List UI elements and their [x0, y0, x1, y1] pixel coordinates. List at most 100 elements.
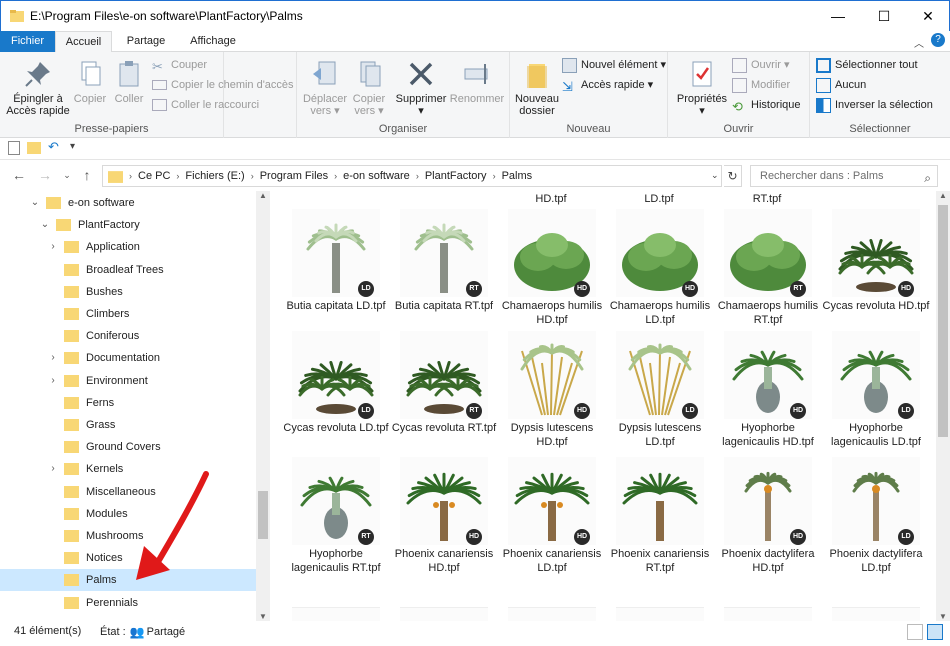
- tab-affichage[interactable]: Affichage: [180, 31, 246, 52]
- undo-icon[interactable]: ↶: [48, 139, 59, 155]
- new-item-button[interactable]: Nouvel élément ▾: [562, 56, 666, 74]
- crumb-plantfactory[interactable]: PlantFactory: [425, 170, 487, 182]
- crumb-program-files[interactable]: Program Files: [260, 170, 328, 182]
- copy-path-button[interactable]: Copier le chemin d'accès: [152, 76, 294, 94]
- cut-button[interactable]: ✂ Couper: [152, 56, 207, 74]
- scroll-thumb[interactable]: [938, 205, 948, 437]
- file-tile[interactable]: LD Phoenix dactylifera LD.tpf: [822, 457, 930, 593]
- scroll-down-icon[interactable]: ▼: [256, 612, 270, 621]
- file-tile[interactable]: HD Hyophorbe lagenicaulis HD.tpf: [714, 331, 822, 467]
- file-tile[interactable]: Phoenix canariensis RT.tpf: [606, 457, 714, 593]
- tree-item[interactable]: Ferns: [0, 392, 256, 414]
- copy-to-button[interactable]: Copier vers ▾: [349, 58, 389, 117]
- tab-accueil[interactable]: Accueil: [55, 31, 112, 53]
- up-arrow-icon[interactable]: ↑: [78, 167, 96, 183]
- crumb-palms[interactable]: Palms: [502, 170, 533, 182]
- search-input[interactable]: Rechercher dans : Palms ⌕: [750, 165, 938, 187]
- chevron-down-icon[interactable]: ⌄: [30, 192, 40, 214]
- plant-thumbnail[interactable]: [508, 607, 596, 621]
- scroll-down-icon[interactable]: ▼: [936, 612, 950, 621]
- tree-item[interactable]: Ground Covers: [0, 436, 256, 458]
- scroll-up-icon[interactable]: ▲: [936, 191, 950, 200]
- file-tile[interactable]: RT Hyophorbe lagenicaulis RT.tpf: [282, 457, 390, 593]
- maximize-button[interactable]: ☐: [861, 1, 907, 31]
- scroll-up-icon[interactable]: ▲: [256, 191, 270, 200]
- crumb-e-on-software[interactable]: e-on software: [343, 170, 410, 182]
- chevron-right-icon[interactable]: ›: [176, 171, 179, 181]
- file-tile[interactable]: LD Dypsis lutescens LD.tpf: [606, 331, 714, 467]
- file-tile[interactable]: HD Phoenix canariensis LD.tpf: [498, 457, 606, 593]
- file-tile[interactable]: HD Dypsis lutescens HD.tpf: [498, 331, 606, 467]
- back-arrow-icon[interactable]: ←: [10, 167, 28, 183]
- chevron-right-icon[interactable]: ›: [334, 171, 337, 181]
- tree-item[interactable]: Notices: [0, 547, 256, 569]
- tree-item[interactable]: Grass: [0, 414, 256, 436]
- tree-item[interactable]: › Application: [0, 236, 256, 258]
- paste-button[interactable]: Coller: [110, 58, 148, 105]
- chevron-down-icon[interactable]: ⌄: [40, 214, 50, 236]
- tree-item[interactable]: ⌄ PlantFactory: [0, 214, 256, 236]
- file-tile[interactable]: LD Butia capitata LD.tpf: [282, 209, 390, 345]
- invert-selection-button[interactable]: Inverser la sélection: [816, 96, 933, 114]
- tab-partage[interactable]: Partage: [118, 31, 174, 52]
- address-dropdown-icon[interactable]: ⌄: [711, 170, 719, 181]
- chevron-right-icon[interactable]: ›: [48, 347, 58, 369]
- tree-item[interactable]: Palms: [0, 569, 256, 592]
- file-name-partial[interactable]: RT.tpf: [713, 193, 821, 205]
- plant-thumbnail[interactable]: [616, 607, 704, 621]
- move-to-button[interactable]: Déplacer vers ▾: [301, 58, 349, 117]
- tree-item[interactable]: Climbers: [0, 303, 256, 325]
- chevron-right-icon[interactable]: ›: [251, 171, 254, 181]
- plant-thumbnail[interactable]: [724, 607, 812, 621]
- tree-item[interactable]: Modules: [0, 503, 256, 525]
- new-folder-button[interactable]: Nouveau dossier: [512, 58, 562, 117]
- chevron-right-icon[interactable]: ›: [48, 370, 58, 392]
- tree-item[interactable]: Perennials: [0, 592, 256, 614]
- address-bar[interactable]: › Ce PC › Fichiers (E:) › Program Files …: [102, 165, 722, 187]
- pin-quick-access-button[interactable]: Épingler à Accès rapide: [6, 58, 70, 117]
- rename-button[interactable]: Renommer: [449, 58, 505, 105]
- tab-fichier[interactable]: Fichier: [0, 31, 55, 52]
- recent-chevron-icon[interactable]: ⌄: [58, 170, 76, 181]
- close-button[interactable]: ✕: [905, 1, 950, 31]
- file-name-partial[interactable]: HD.tpf: [497, 193, 605, 205]
- nav-scrollbar[interactable]: ▲ ▼: [256, 191, 270, 621]
- file-tile[interactable]: LD Hyophorbe lagenicaulis LD.tpf: [822, 331, 930, 467]
- file-tile[interactable]: HD Chamaerops humilis HD.tpf: [498, 209, 606, 345]
- copy-button[interactable]: Copier: [72, 58, 108, 105]
- select-all-button[interactable]: Sélectionner tout: [816, 56, 918, 74]
- paste-shortcut-button[interactable]: Coller le raccourci: [152, 96, 259, 114]
- file-tile[interactable]: LD Cycas revoluta LD.tpf: [282, 331, 390, 467]
- forward-arrow-icon[interactable]: →: [36, 167, 54, 183]
- open-button[interactable]: Ouvrir ▾: [732, 56, 790, 74]
- tree-item[interactable]: › Documentation: [0, 347, 256, 369]
- file-tile[interactable]: RT Chamaerops humilis RT.tpf: [714, 209, 822, 345]
- file-tile[interactable]: RT Butia capitata RT.tpf: [390, 209, 498, 345]
- file-tile[interactable]: HD Phoenix dactylifera HD.tpf: [714, 457, 822, 593]
- file-tile[interactable]: HD Chamaerops humilis LD.tpf: [606, 209, 714, 345]
- file-scrollbar[interactable]: ▲ ▼: [936, 191, 950, 621]
- chevron-down-icon[interactable]: ▾: [70, 141, 75, 152]
- scroll-thumb[interactable]: [258, 491, 268, 539]
- crumb-fichiers[interactable]: Fichiers (E:): [185, 170, 244, 182]
- large-icons-view-icon[interactable]: [927, 624, 943, 640]
- chevron-right-icon[interactable]: ›: [48, 458, 58, 480]
- tree-item[interactable]: Bushes: [0, 281, 256, 303]
- quick-access-button[interactable]: ⇲ Accès rapide ▾: [562, 76, 653, 94]
- select-none-button[interactable]: Aucun: [816, 76, 866, 94]
- file-name-partial[interactable]: LD.tpf: [605, 193, 713, 205]
- chevron-right-icon[interactable]: ›: [416, 171, 419, 181]
- delete-button[interactable]: Supprimer ▾: [393, 58, 449, 117]
- edit-button[interactable]: Modifier: [732, 76, 790, 94]
- tree-item[interactable]: Broadleaf Trees: [0, 259, 256, 281]
- help-icon[interactable]: ?: [931, 33, 945, 47]
- tree-item[interactable]: Coniferous: [0, 325, 256, 347]
- minimize-button[interactable]: —: [815, 1, 861, 31]
- history-button[interactable]: ⟲ Historique: [732, 96, 801, 114]
- crumb-ce-pc[interactable]: Ce PC: [138, 170, 170, 182]
- plant-thumbnail[interactable]: [832, 607, 920, 621]
- plant-thumbnail[interactable]: [292, 607, 380, 621]
- tree-item[interactable]: › Kernels: [0, 458, 256, 480]
- tree-item[interactable]: ⌄ e-on software: [0, 192, 256, 214]
- properties-small-icon[interactable]: [8, 141, 20, 155]
